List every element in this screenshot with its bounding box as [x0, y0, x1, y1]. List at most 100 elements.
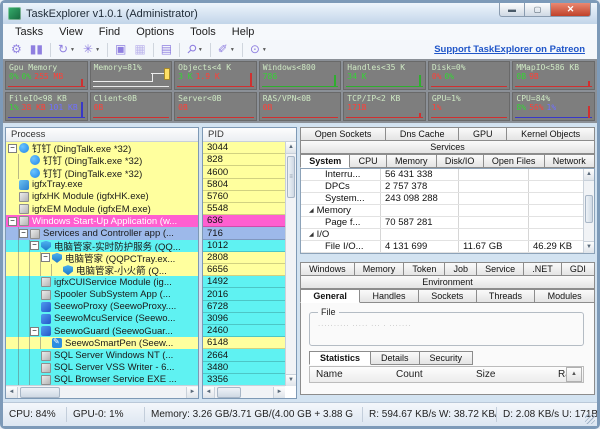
tab-system[interactable]: System [300, 154, 350, 168]
tab-memory[interactable]: Memory [355, 262, 405, 276]
settings-gears-button[interactable]: ⚙ [7, 41, 26, 58]
process-row[interactable]: SeewoMcuService (Seewo... [6, 313, 198, 325]
graph-panel-3[interactable]: Windows<800786 [259, 61, 342, 90]
graph-panel-0[interactable]: Gpu Memory0%0%255 MB [5, 61, 88, 90]
sort-arrow-icon[interactable]: ▲ [566, 367, 582, 382]
tab-open-files[interactable]: Open Files [484, 154, 545, 168]
process-row[interactable]: SeewoProxy (SeewoProxy.... [6, 301, 198, 313]
graph-panel-4[interactable]: Handles<35 K34 K [343, 61, 426, 90]
search-button[interactable]: ⚲▼ [183, 41, 207, 58]
tree-expander-icon[interactable]: − [30, 241, 39, 250]
close-button[interactable]: ✕ [551, 3, 591, 17]
cleaner-brush-button[interactable]: ✐▼ [214, 41, 239, 58]
menu-item-help[interactable]: Help [224, 26, 263, 38]
tab-modules[interactable]: Modules [535, 289, 595, 303]
process-row[interactable]: igfxTray.exe [6, 179, 198, 191]
vscroll-thumb[interactable] [585, 195, 593, 223]
scroll-left-icon[interactable]: ◄ [203, 387, 215, 398]
pid-hscrollbar[interactable]: ◄ ► [203, 385, 285, 398]
tab-services[interactable]: Services [300, 141, 595, 154]
tree-expander-icon[interactable]: − [41, 253, 50, 262]
maximize-button[interactable]: ▢ [525, 3, 551, 17]
system-table-row[interactable]: File I/O...4 131 69911.67 GB46.29 KB [301, 241, 583, 253]
pid-vscrollbar[interactable]: ▲ ≡ ▼ [285, 142, 296, 386]
tab-threads[interactable]: Threads [477, 289, 536, 303]
process-row[interactable]: Spooler SubSystem App (... [6, 288, 198, 300]
tab-gpu[interactable]: GPU [459, 127, 507, 141]
pid-cell[interactable]: 1012 [203, 240, 285, 252]
process-row[interactable]: igfxEM Module (igfxEM.exe) [6, 203, 198, 215]
menu-item-tools[interactable]: Tools [182, 26, 224, 38]
pid-cell[interactable]: 2808 [203, 252, 285, 264]
tab-network[interactable]: Network [545, 154, 595, 168]
menu-item-options[interactable]: Options [128, 26, 182, 38]
process-row[interactable]: 钉钉 (DingTalk.exe *32) [6, 166, 198, 178]
process-row[interactable]: igfxHK Module (igfxHK.exe) [6, 191, 198, 203]
stats-col-count[interactable]: Count [390, 369, 470, 380]
pid-cell[interactable]: 2016 [203, 288, 285, 300]
scroll-up-icon[interactable]: ▲ [286, 142, 296, 154]
tree-expander-icon[interactable]: − [19, 229, 28, 238]
pid-cell[interactable]: 6728 [203, 301, 285, 313]
tab-open-sockets[interactable]: Open Sockets [300, 127, 386, 141]
process-row[interactable]: SQL Server VSS Writer - 6... [6, 362, 198, 374]
scroll-right-icon[interactable]: ► [186, 387, 198, 398]
tab-token[interactable]: Token [404, 262, 445, 276]
graph-limit-slider[interactable] [164, 68, 170, 80]
pid-cell[interactable]: 4600 [203, 166, 285, 178]
process-row[interactable]: −Services and Controller app (... [6, 227, 198, 239]
dropdown-arrow-icon[interactable]: ▼ [262, 47, 267, 53]
expand-arrow-icon[interactable]: ◢ [309, 207, 314, 214]
process-row[interactable]: 电脑管家-小火箭 (Q... [6, 264, 198, 276]
process-row[interactable]: −电脑管家-实时防护服务 (QQ... [6, 240, 198, 252]
minimize-button[interactable]: ▬ [499, 3, 525, 17]
tab-memory[interactable]: Memory [387, 154, 437, 168]
graph-panel-11[interactable]: TCP/IP<2 KB171B [343, 92, 426, 121]
system-table-row[interactable]: DPCs2 757 378 [301, 181, 583, 193]
menu-item-find[interactable]: Find [91, 26, 128, 38]
pause-updates-button[interactable]: ▮▮ [26, 41, 47, 58]
process-row[interactable]: SeewoSmartPen (Seew... [6, 337, 198, 349]
pid-cell[interactable]: 6656 [203, 264, 285, 276]
process-row[interactable]: −电脑管家 (QQPCTray.ex... [6, 252, 198, 264]
monitor-secondary-button[interactable]: ▦ [130, 41, 149, 58]
hscroll-thumb[interactable] [217, 387, 241, 398]
vscroll-thumb[interactable]: ≡ [287, 156, 295, 198]
tab-security[interactable]: Security [420, 351, 474, 365]
graph-panel-13[interactable]: CPU=84%8%56%1% [512, 92, 595, 121]
graph-panel-2[interactable]: Objects<4 K3 K1.9 K [174, 61, 257, 90]
dropdown-arrow-icon[interactable]: ▼ [95, 47, 100, 53]
pid-column-header[interactable]: PID [203, 128, 296, 142]
tab-details[interactable]: Details [371, 351, 420, 365]
display-panel-button[interactable]: ▤ [157, 41, 176, 58]
tab-kernel-objects[interactable]: Kernel Objects [507, 127, 595, 141]
tab-windows[interactable]: Windows [300, 262, 355, 276]
monitor-add-button[interactable]: ▣ [111, 41, 130, 58]
tab-service[interactable]: Service [477, 262, 524, 276]
system-table-vscrollbar[interactable]: ▲ ▼ [583, 169, 594, 253]
refresh-interval-button[interactable]: ↻▼ [54, 41, 79, 58]
graph-panel-12[interactable]: GPU=1%1% [428, 92, 511, 121]
tree-expander-icon[interactable]: − [8, 217, 17, 226]
pid-cell[interactable]: 3044 [203, 142, 285, 154]
system-table-row[interactable]: Page f...70 587 281 [301, 217, 583, 229]
process-column-header[interactable]: Process [6, 128, 198, 142]
scroll-down-icon[interactable]: ▼ [286, 374, 296, 386]
expand-arrow-icon[interactable]: ◢ [309, 231, 314, 238]
freeze-button[interactable]: ✳▼ [79, 41, 104, 58]
pid-cell[interactable]: 828 [203, 154, 285, 166]
process-hscrollbar[interactable]: ◄ ► [6, 385, 198, 398]
system-table-row[interactable]: ◢Memory [301, 205, 583, 217]
tab-disk-io[interactable]: Disk/IO [437, 154, 484, 168]
tree-expander-icon[interactable]: − [30, 327, 39, 336]
system-table-row[interactable]: System...243 098 288 [301, 193, 583, 205]
tab-cpu[interactable]: CPU [350, 154, 386, 168]
patreon-link[interactable]: Support TaskExplorer on Patreon [434, 44, 585, 55]
process-row[interactable]: SQL Server Windows NT (... [6, 349, 198, 361]
pid-cell[interactable]: 1492 [203, 276, 285, 288]
menu-item-tasks[interactable]: Tasks [7, 26, 51, 38]
scroll-right-icon[interactable]: ► [273, 387, 285, 398]
tab-environment[interactable]: Environment [300, 276, 595, 289]
graph-panel-9[interactable]: Server<0B0B [174, 92, 257, 121]
dropdown-arrow-icon[interactable]: ▼ [230, 47, 235, 53]
